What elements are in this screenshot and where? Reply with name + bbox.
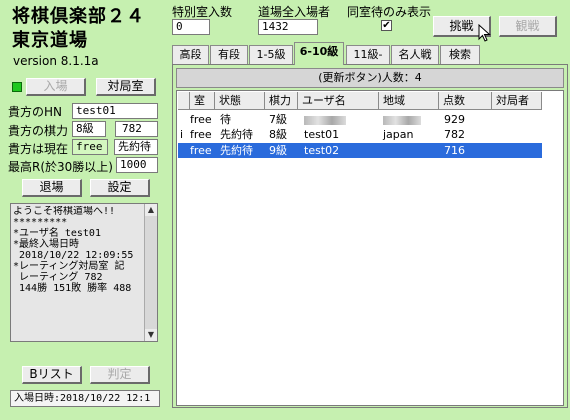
row-score: 716 [444,144,465,157]
row-state: 先約待 [220,128,253,141]
row-username: test01 [304,128,340,141]
dojo-total-label: 道場全入場者 [258,5,331,19]
row-score: 929 [444,113,465,126]
blist-button[interactable]: Bリスト [22,366,82,384]
same-room-only-checkbox[interactable]: ✔ [381,20,392,31]
row-rank: 7級 [269,113,287,126]
tab-11kyu[interactable]: 11級- [346,45,390,64]
message-log[interactable]: ようこそ将棋道場へ!! ********* *ユーザ名 test01 *最終入場… [10,203,158,342]
tab-search[interactable]: 検索 [440,45,480,64]
row-username: test02 [304,144,340,157]
special-room-label: 特別室入数 [172,5,233,19]
exit-button[interactable]: 退場 [22,179,82,197]
hn-label: 貴方のHN [8,105,63,119]
table-row-selected[interactable]: free 先約待 9級 test02 716 [178,143,542,158]
log-scrollbar[interactable]: ▲ ▼ [144,204,157,341]
rating-label: 貴方の棋力 [8,124,69,138]
status-label: 貴方は現在 [8,142,69,156]
row-score: 782 [444,128,465,141]
judge-button[interactable]: 判定 [90,366,150,384]
column-header-score[interactable]: 点数 [439,92,492,110]
enter-button[interactable]: 入場 [26,78,86,96]
spectate-button[interactable]: 観戦 [499,16,557,37]
version-label: version 8.1.1a [13,54,99,68]
status-mode-field: 先約待 [114,139,158,155]
row-username-redacted [304,112,346,127]
tab-6-10kyu[interactable]: 6-10級 [294,42,344,65]
room-button[interactable]: 対局室 [96,78,156,96]
column-header-room[interactable]: 室 [190,92,215,110]
tab-1-5kyu[interactable]: 1-5級 [249,45,293,64]
row-room: free [190,113,212,126]
settings-button[interactable]: 設定 [90,179,150,197]
message-log-text: ようこそ将棋道場へ!! ********* *ユーザ名 test01 *最終入場… [13,206,134,294]
row-rank: 9級 [269,144,287,157]
row-mark: i [180,128,184,141]
refresh-header-bar[interactable]: (更新ボタン)人数：4 [176,68,564,88]
row-room: free [190,128,212,141]
status-field: free [72,139,108,155]
status-led-icon [12,82,22,92]
player-list-panel: (更新ボタン)人数：4 室 状態 棋力 ユーザ名 地域 点数 対局者 free … [172,64,568,408]
tab-meijinsen[interactable]: 名人戦 [391,45,439,64]
app-title: 将棋倶楽部２４ [12,6,145,27]
row-state: 待 [220,113,231,126]
column-header-rank[interactable]: 棋力 [265,92,298,110]
entry-time-field: 入場日時:2018/10/22 12:1 [10,390,160,407]
row-region: japan [383,128,414,141]
max-rating-field: 1000 [116,157,158,173]
table-row[interactable]: i free 先約待 8級 test01 japan 782 [178,127,542,142]
rating-field: 782 [115,121,158,137]
tab-yudan[interactable]: 有段 [210,45,248,64]
row-rank: 8級 [269,128,287,141]
column-header-state[interactable]: 状態 [215,92,265,110]
special-room-count: 0 [172,19,210,35]
same-room-only-label: 同室待のみ表示 [347,5,432,19]
mouse-pointer-icon [478,23,492,45]
scroll-down-arrow-icon[interactable]: ▼ [145,329,157,341]
column-header-username[interactable]: ユーザ名 [298,92,379,110]
column-header-region[interactable]: 地域 [379,92,439,110]
dojo-title: 東京道場 [12,30,88,51]
rank-field: 8級 [72,121,106,137]
tab-kodan[interactable]: 高段 [172,45,209,64]
row-room: free [190,144,212,157]
player-table: 室 状態 棋力 ユーザ名 地域 点数 対局者 free 待 7級 929 i f… [176,90,564,406]
column-header-opponent[interactable]: 対局者 [492,92,542,110]
scroll-up-arrow-icon[interactable]: ▲ [145,204,157,216]
hn-field: test01 [72,103,158,119]
table-row[interactable]: free 待 7級 929 [178,112,542,127]
dojo-total-count: 1432 [258,19,318,35]
row-state: 先約待 [220,144,253,157]
max-rating-label: 最高R(於30勝以上) [8,160,113,174]
column-header-mark[interactable] [178,92,190,110]
row-region-redacted [383,112,421,127]
